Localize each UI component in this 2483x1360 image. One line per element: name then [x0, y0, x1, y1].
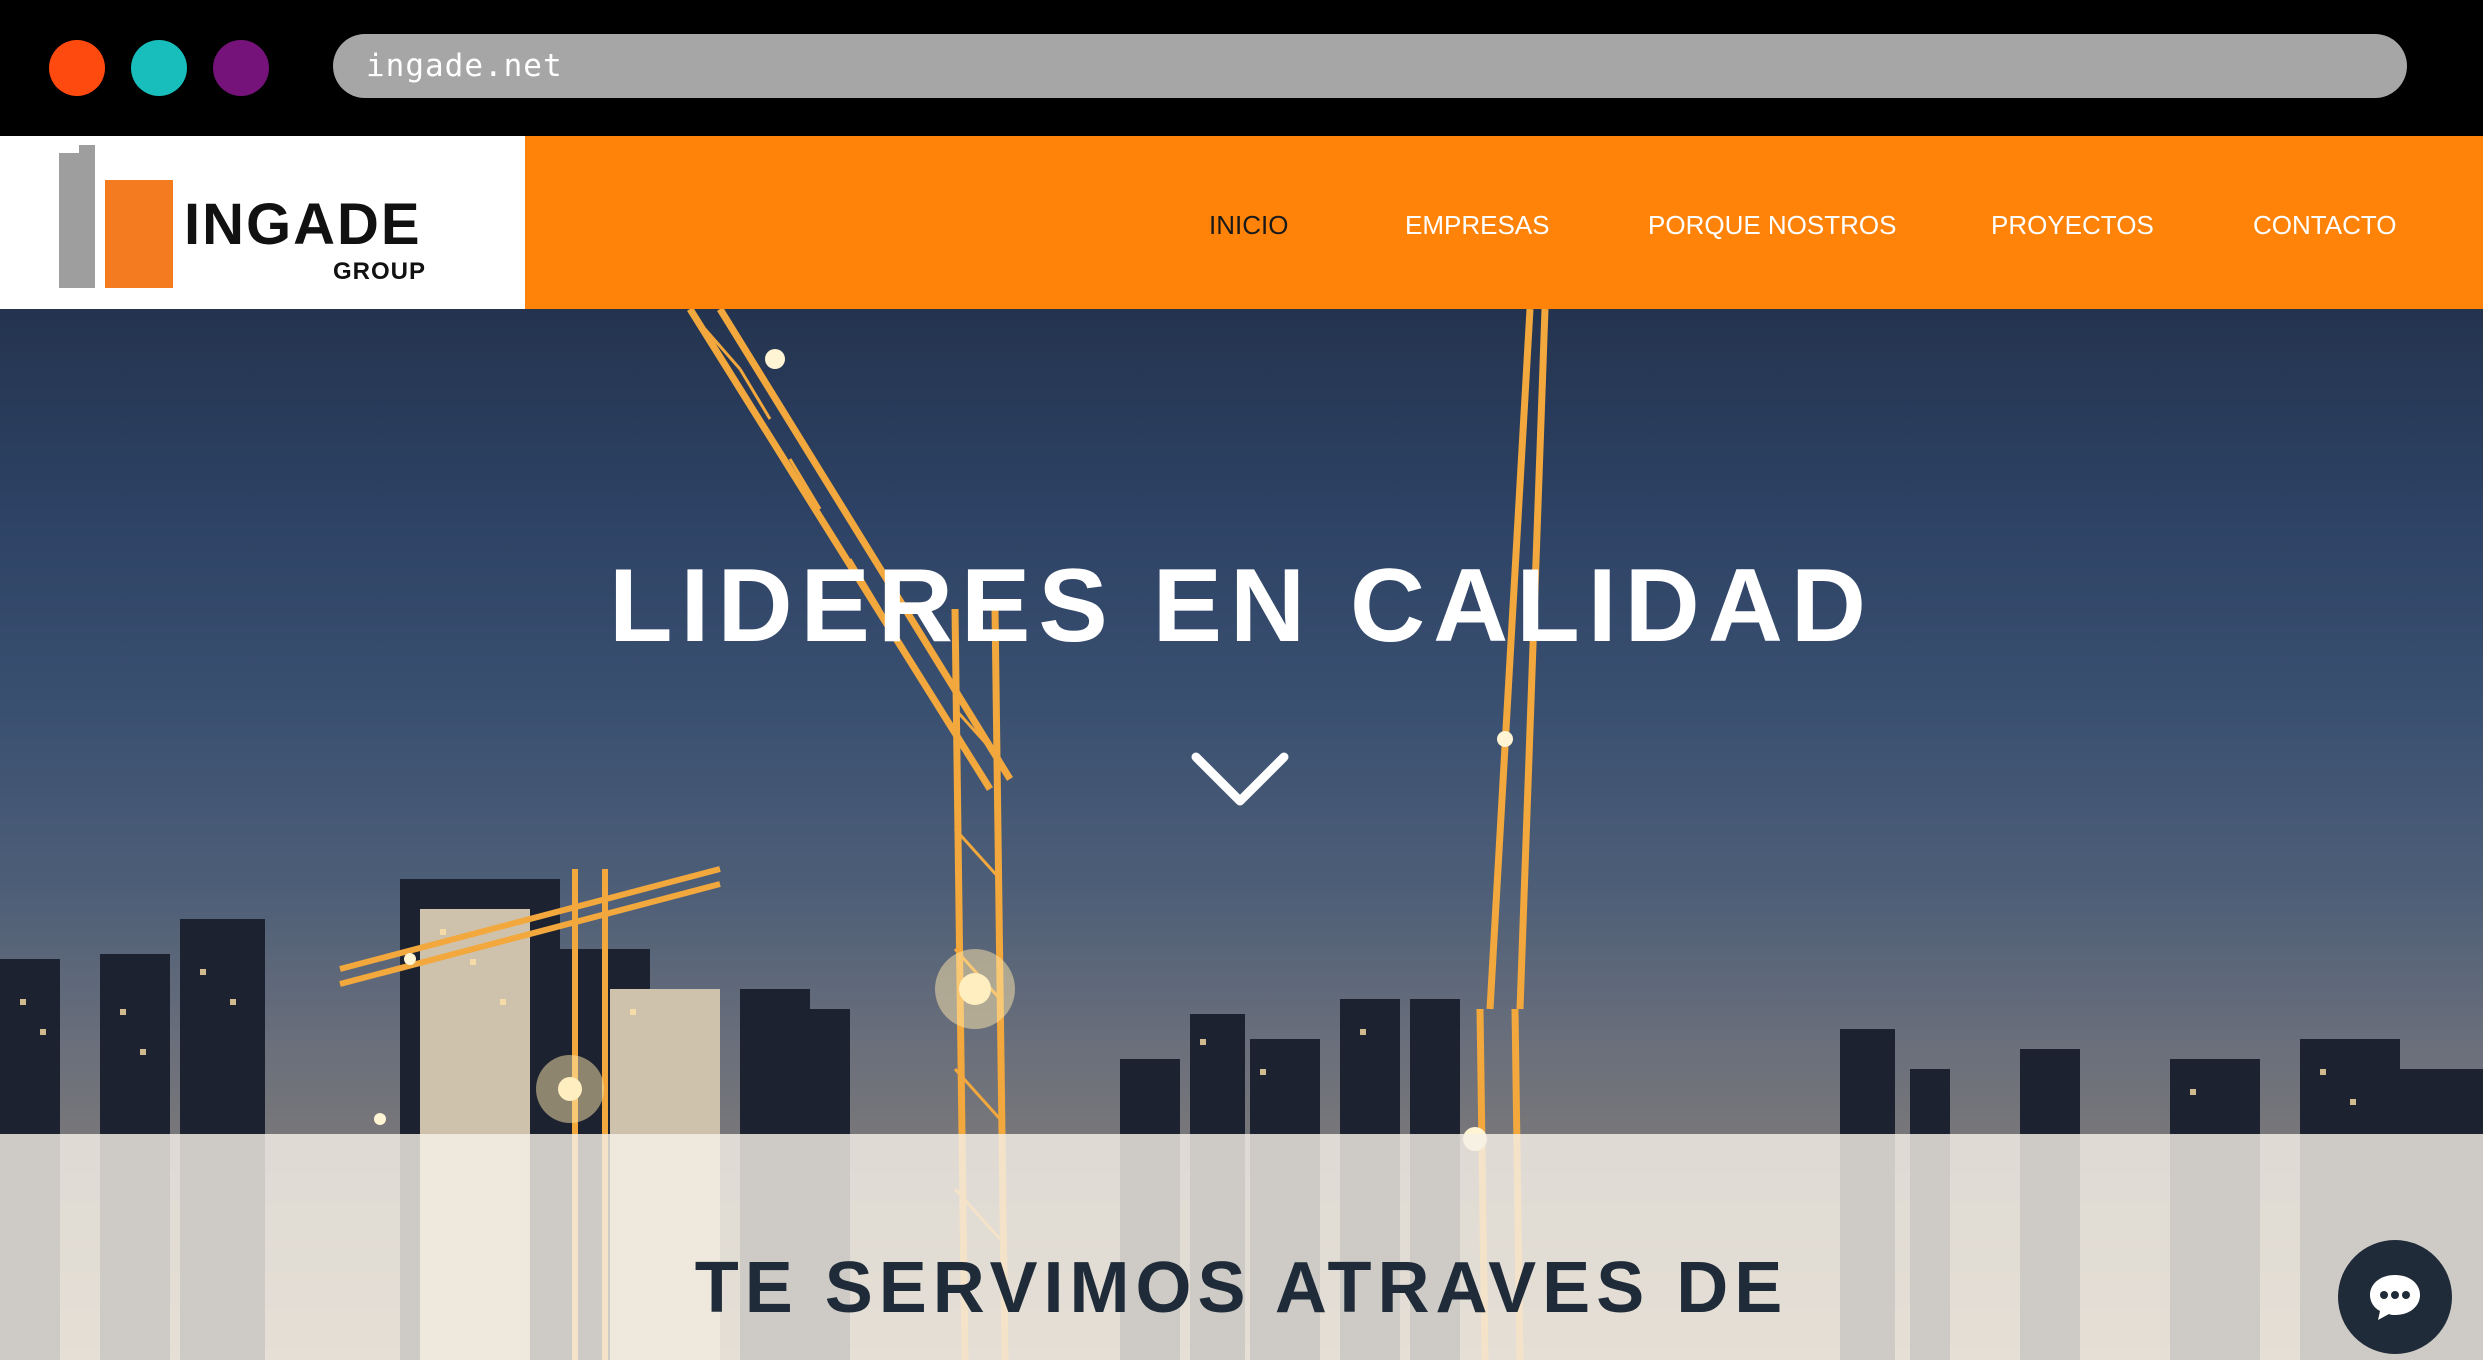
browser-chrome: ingade.net — [0, 0, 2483, 136]
site-header: INGADE GROUP INICIO EMPRESAS PORQUE NOST… — [0, 136, 2483, 309]
hero-title: LIDERES EN CALIDAD — [609, 548, 1874, 664]
main-nav: INICIO EMPRESAS PORQUE NOSTROS PROYECTOS… — [525, 136, 2483, 309]
address-bar-url: ingade.net — [366, 48, 563, 84]
window-close-button[interactable] — [49, 40, 105, 96]
window-minimize-button[interactable] — [131, 40, 187, 96]
logo-mark-gray — [59, 145, 95, 288]
nav-item-porque-nostros[interactable]: PORQUE NOSTROS — [1648, 212, 1896, 238]
chevron-down-icon[interactable] — [1190, 749, 1290, 809]
nav-item-proyectos[interactable]: PROYECTOS — [1991, 212, 2154, 238]
address-bar[interactable]: ingade.net — [333, 34, 2407, 98]
section-title: TE SERVIMOS ATRAVES DE — [694, 1248, 1789, 1328]
nav-item-inicio[interactable]: INICIO — [1209, 212, 1288, 238]
logo-name: INGADE — [184, 192, 422, 257]
logo-sub: GROUP — [333, 258, 427, 285]
chat-bubble-icon — [2370, 1275, 2420, 1320]
logo[interactable]: INGADE GROUP — [0, 136, 525, 309]
chat-button[interactable] — [2338, 1240, 2452, 1354]
logo-mark-orange — [105, 180, 173, 288]
window-maximize-button[interactable] — [213, 40, 269, 96]
nav-item-empresas[interactable]: EMPRESAS — [1405, 212, 1550, 238]
nav-item-contacto[interactable]: CONTACTO — [2253, 212, 2396, 238]
